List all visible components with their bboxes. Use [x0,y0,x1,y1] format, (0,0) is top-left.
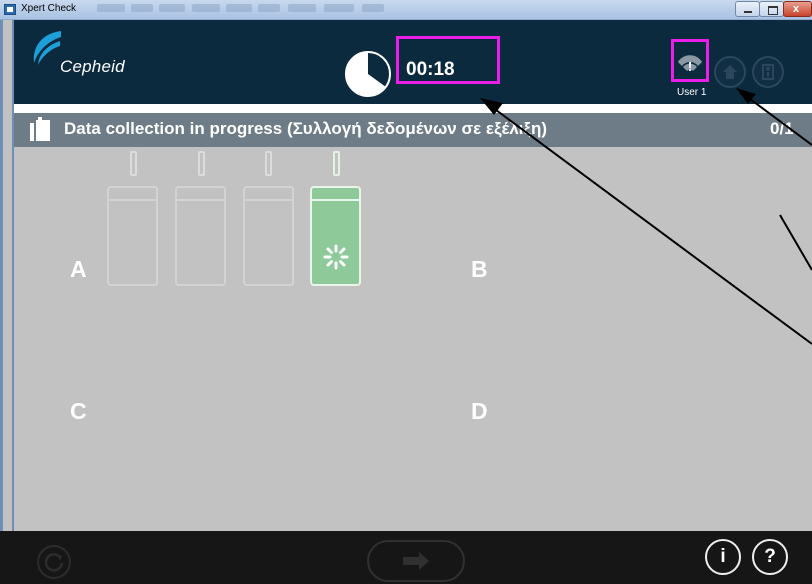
module-bay-a4-active[interactable] [310,186,361,286]
minimize-button[interactable] [735,1,760,17]
refresh-button[interactable] [37,545,71,579]
window-left-border-inner [3,20,12,584]
cepheid-logo-icon [33,31,61,65]
maximize-button[interactable] [759,1,784,17]
blurred-menu-item [97,4,125,12]
help-button[interactable]: ? [752,539,788,575]
close-icon: x [793,3,800,15]
user-highlight-box [671,39,709,82]
blurred-menu-item [324,4,354,12]
cartridge-count: 0/1 [770,119,794,138]
home-icon [723,65,737,79]
module-bay-a2[interactable] [175,186,226,286]
bay-indicator [198,151,205,176]
module-bay-a3[interactable] [243,186,294,286]
logo-text: Cepheid [60,57,125,76]
window-titlebar[interactable]: Xpert Check x [0,0,812,20]
app-icon [4,4,16,15]
blurred-menu-item [226,4,252,12]
refresh-icon [44,553,64,572]
bay-indicator [265,151,272,176]
module-bay-a1[interactable] [107,186,158,286]
application-window: Xpert Check x Cepheid 00:18 ! User 1 Dat… [0,0,812,584]
close-button[interactable]: x [783,1,812,17]
module-b-label: B [471,256,488,282]
status-text: Data collection in progress (Συλλογή δεδ… [64,119,548,138]
exit-button[interactable] [752,56,784,88]
bay-indicator [130,151,137,176]
module-a-label: A [70,256,87,282]
loading-spinner-icon [323,244,349,270]
exit-icon [762,64,774,80]
blurred-menu-item [159,4,185,12]
bay-indicator-active [333,151,340,176]
timer-progress-icon [345,51,391,97]
cartridge-icon [30,117,50,141]
next-button[interactable] [367,540,465,582]
timer-highlight-box [396,36,500,84]
blurred-menu-item [131,4,153,12]
arrow-right-icon [403,552,429,570]
blurred-menu-item [362,4,384,12]
home-button[interactable] [714,56,746,88]
blurred-menu-item [258,4,280,12]
info-button[interactable]: i [705,539,741,575]
help-icon: ? [764,546,776,567]
module-c-label: C [70,398,87,424]
window-title: Xpert Check [21,3,77,14]
blurred-menu-item [288,4,316,12]
module-d-label: D [471,398,488,424]
info-icon: i [720,546,726,567]
blurred-menu-item [192,4,220,12]
user-label: User 1 [677,87,707,98]
